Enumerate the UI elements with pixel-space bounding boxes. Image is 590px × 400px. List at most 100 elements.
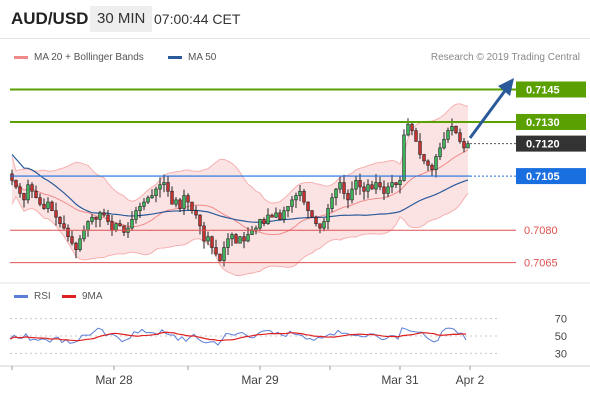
candle-body-down (242, 236, 246, 242)
candle-body-up (250, 229, 254, 235)
candle-body-up (98, 212, 102, 220)
candle (310, 210, 314, 218)
candle-body-down (62, 223, 66, 229)
candle-body-down (310, 210, 314, 218)
candle-body-down (70, 236, 74, 244)
candle-body-down (110, 221, 114, 231)
candle-body-up (338, 182, 342, 190)
candle-body-up (90, 216, 94, 222)
candle-body-up (466, 143, 470, 149)
candle-body-down (462, 141, 466, 149)
candle-body-down (178, 199, 182, 209)
candle-body-up (78, 238, 82, 250)
candle-body-down (346, 193, 350, 201)
candle-body-down (454, 125, 458, 134)
candle-body-down (74, 242, 78, 250)
candle-body-down (302, 190, 306, 203)
candle (454, 125, 458, 135)
candle-body-down (370, 184, 374, 190)
candle-body-down (218, 253, 222, 261)
candle-body-up (238, 236, 242, 244)
candle-body-up (82, 229, 86, 240)
candle-body-up (322, 221, 326, 229)
resistance-label: 0.7145 (526, 84, 560, 96)
candle-body-down (50, 201, 54, 212)
candle-body-down (270, 214, 274, 218)
candle-body-down (30, 184, 34, 192)
candle-body-down (262, 219, 266, 225)
resistance-label: 0.7130 (526, 117, 560, 129)
candle-body-down (426, 160, 430, 166)
candle (238, 235, 242, 244)
candle-body-up (442, 138, 446, 149)
candle-body-up (142, 201, 146, 207)
x-tick-label: Apr 2 (456, 373, 485, 387)
candle-body-down (22, 193, 26, 201)
candle-body-down (34, 190, 38, 199)
candle-body-up (130, 219, 134, 229)
candle-body-up (230, 234, 234, 240)
candle-body-up (286, 206, 290, 212)
candle-body-down (54, 210, 58, 218)
candle-body-up (374, 182, 378, 190)
candle-body-up (134, 210, 138, 220)
candle-body-up (434, 156, 438, 170)
candle-body-down (58, 216, 62, 225)
candle-body-up (326, 208, 330, 222)
candle-body-up (334, 188, 338, 199)
support-label: 0.7065 (524, 258, 558, 270)
candle-body-down (122, 225, 126, 233)
candle (202, 221, 206, 249)
candle-body-up (386, 186, 390, 194)
candle-body-up (46, 201, 50, 209)
candle-body-down (190, 201, 194, 212)
support-label: 0.7080 (524, 225, 558, 237)
candle-body-up (354, 180, 358, 190)
candle-body-down (306, 201, 310, 212)
candle-body-up (86, 221, 90, 231)
candle-body-up (146, 197, 150, 203)
candle-body-up (438, 147, 442, 157)
x-tick-label: Mar 29 (241, 373, 279, 387)
candle-body-up (366, 184, 370, 192)
candle-body-down (358, 180, 362, 188)
candle (50, 200, 54, 212)
candle-body-up (174, 199, 178, 205)
rsi-tick-label: 50 (555, 331, 567, 343)
candle-body-down (198, 214, 202, 227)
candle-body-up (330, 197, 334, 209)
projection-arrow-line (468, 87, 509, 139)
candle-body-down (42, 203, 46, 209)
candle-body-down (414, 130, 418, 142)
candle-body-down (106, 214, 110, 222)
candle-body-up (350, 188, 354, 201)
candle-body-down (210, 236, 214, 248)
candle-body-up (258, 219, 262, 229)
candle (218, 253, 222, 262)
candle-body-down (234, 234, 238, 244)
candle-body-down (66, 227, 70, 238)
candle-body-down (166, 182, 170, 192)
candle-body-up (226, 238, 230, 248)
candle-body-up (294, 195, 298, 201)
candle-body-down (378, 182, 382, 188)
candle-body-down (410, 123, 414, 131)
candle-body-down (318, 223, 322, 229)
candle-body-down (422, 154, 426, 162)
candle (234, 233, 238, 244)
projection-arrow-head (498, 78, 514, 96)
candle-body-down (94, 216, 98, 220)
candle (402, 129, 406, 182)
rsi-tick-label: 30 (555, 348, 567, 360)
candle-body-down (382, 186, 386, 194)
candle-body-up (274, 212, 278, 218)
candle-body-up (158, 184, 162, 190)
candle-body-down (314, 216, 318, 225)
candle-body-down (18, 186, 22, 194)
candle-body-down (418, 141, 422, 155)
candle-body-down (278, 212, 282, 220)
candle-body-up (182, 195, 186, 209)
candle-body-up (150, 195, 154, 199)
x-tick-label: Mar 28 (95, 373, 133, 387)
candle-body-up (114, 223, 118, 231)
